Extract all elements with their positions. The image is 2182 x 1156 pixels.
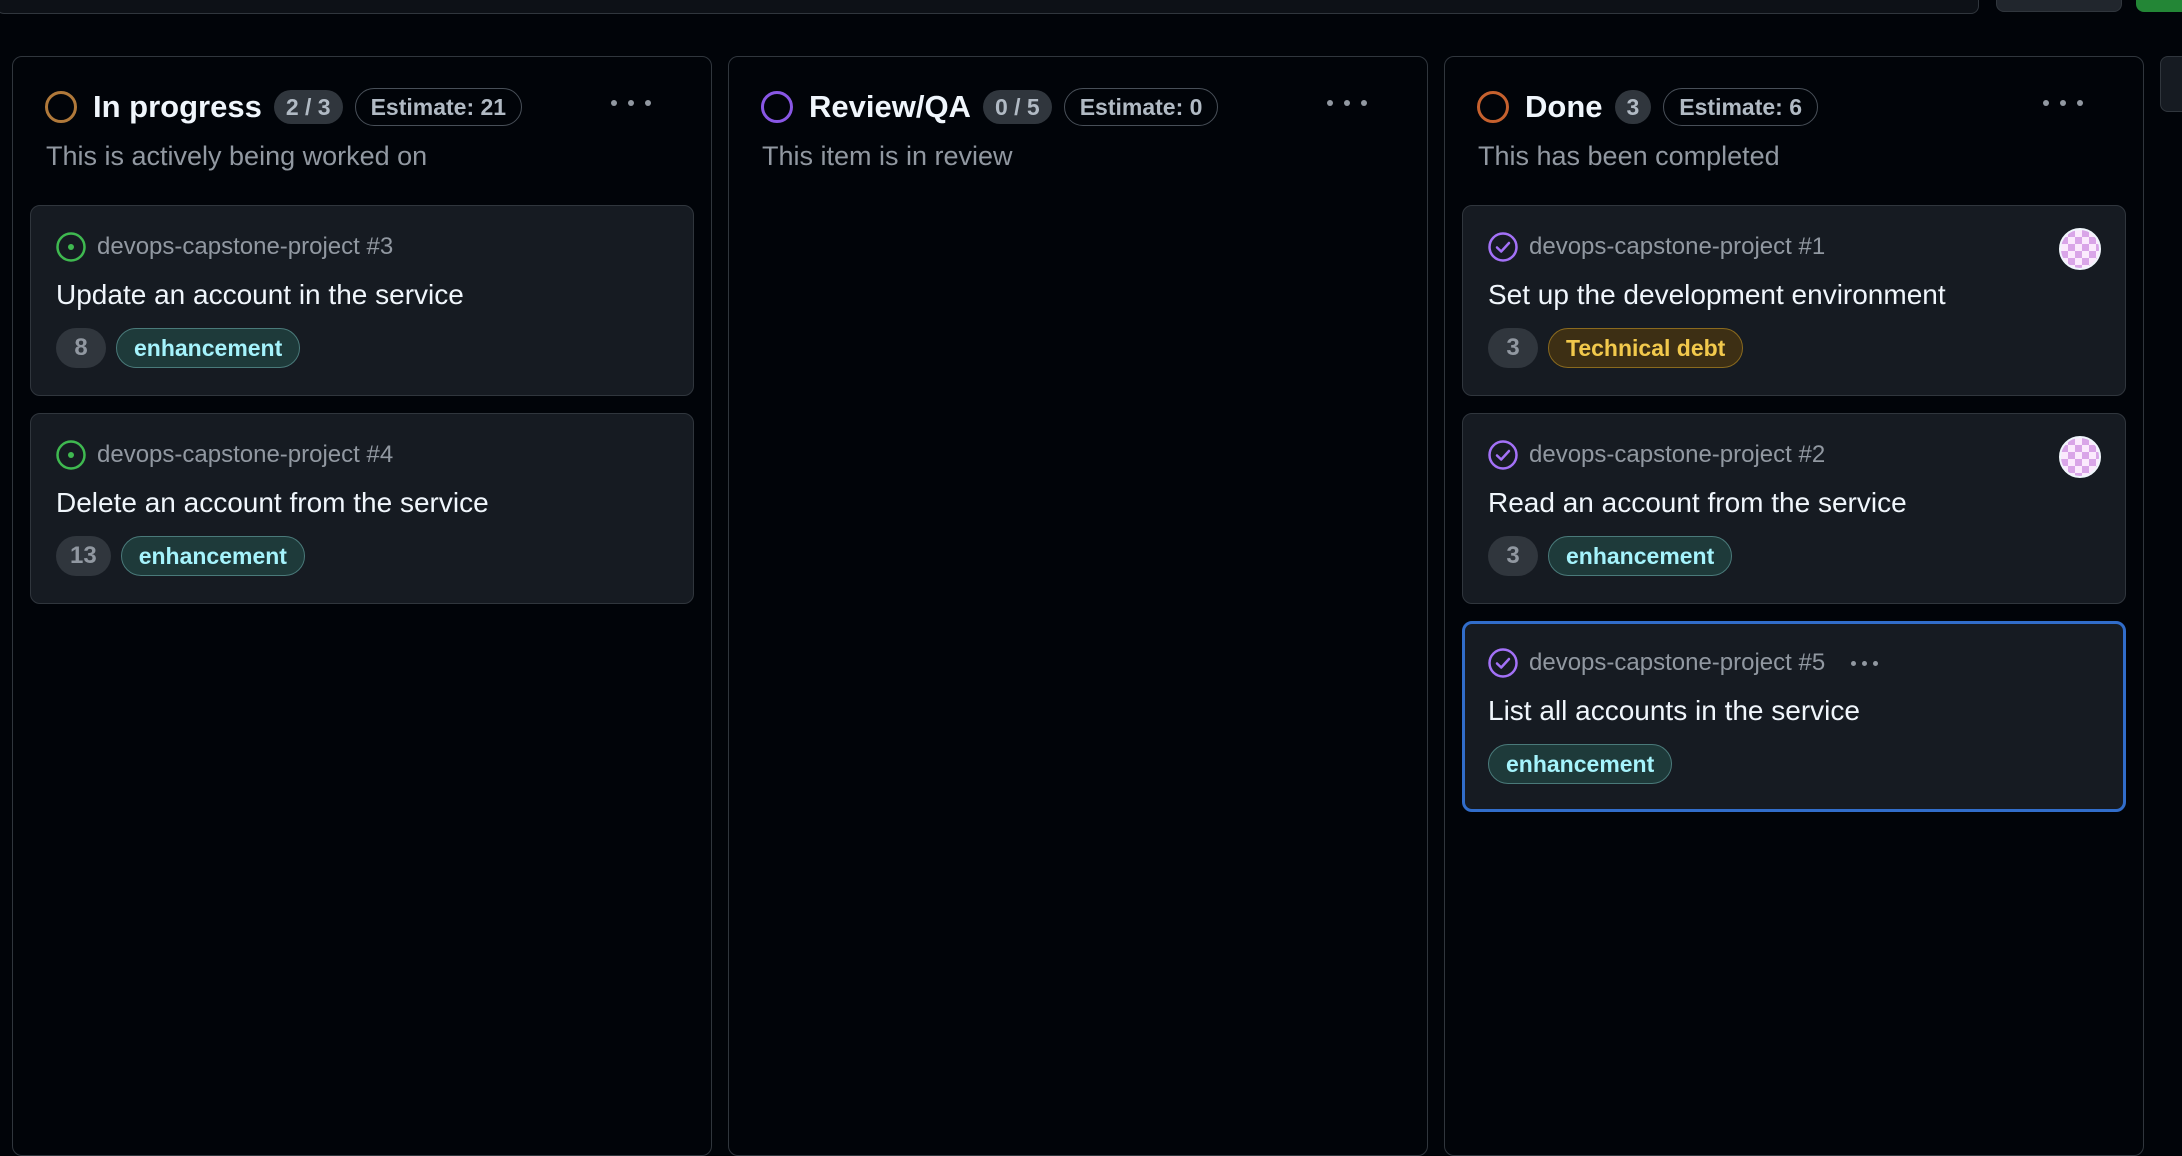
issue-title[interactable]: Set up the development environment	[1488, 279, 1946, 311]
card-reference: devops-capstone-project #3	[55, 230, 393, 264]
column-description: This has been completed	[1478, 141, 1780, 171]
status-circle-icon	[761, 91, 793, 123]
label-tag[interactable]: Technical debt	[1548, 328, 1744, 368]
column-title: Review/QA	[809, 89, 971, 124]
estimate-badge: Estimate: 6	[1663, 88, 1819, 126]
view-options-button[interactable]	[1996, 0, 2122, 12]
issue-title[interactable]: Delete an account from the service	[56, 487, 489, 519]
issue-reference-link[interactable]: devops-capstone-project #3	[97, 233, 393, 261]
card-fields: 3 enhancement	[1488, 536, 1733, 576]
estimate-badge: Estimate: 21	[354, 88, 523, 126]
item-count-badge: 2 / 3	[273, 90, 343, 124]
column-in-progress: In progress 2 / 3 Estimate: 21 This is a…	[12, 56, 712, 1156]
issue-card[interactable]: devops-capstone-project #2 Read an accou…	[1462, 413, 2126, 604]
issue-title[interactable]: List all accounts in the service	[1488, 695, 1860, 727]
card-reference: devops-capstone-project #5	[1487, 646, 1879, 680]
label-tag[interactable]: enhancement	[120, 536, 305, 576]
label-tag[interactable]: enhancement	[1488, 744, 1673, 784]
top-toolbar	[0, 0, 2182, 16]
column-menu-button[interactable]	[1327, 93, 1367, 113]
status-circle-icon	[45, 91, 77, 123]
label-tag[interactable]: enhancement	[116, 328, 301, 368]
issue-reference-link[interactable]: devops-capstone-project #4	[97, 441, 393, 469]
card-fields: enhancement	[1488, 744, 1673, 784]
column-header: Done 3 Estimate: 6	[1477, 87, 1819, 127]
closed-issue-icon	[1488, 440, 1518, 470]
issue-reference-link[interactable]: devops-capstone-project #5	[1529, 649, 1825, 677]
column-title: In progress	[93, 89, 262, 124]
status-circle-icon	[1477, 91, 1509, 123]
issue-card[interactable]: devops-capstone-project #1 Set up the de…	[1462, 205, 2126, 396]
column-menu-button[interactable]	[611, 93, 651, 113]
column-menu-button[interactable]	[2043, 93, 2083, 113]
card-fields: 8 enhancement	[56, 328, 301, 368]
assignee-avatar[interactable]	[2059, 228, 2101, 270]
column-description: This item is in review	[762, 141, 1013, 171]
item-count-badge: 0 / 5	[982, 90, 1052, 124]
issue-title[interactable]: Read an account from the service	[1488, 487, 1907, 519]
column-header: In progress 2 / 3 Estimate: 21	[45, 87, 523, 127]
issue-card[interactable]: devops-capstone-project #3 Update an acc…	[30, 205, 694, 396]
label-tag[interactable]: enhancement	[1548, 536, 1733, 576]
column-header: Review/QA 0 / 5 Estimate: 0	[761, 87, 1219, 127]
item-count-badge: 3	[1614, 90, 1652, 124]
closed-issue-icon	[1488, 232, 1518, 262]
estimate-badge: Estimate: 0	[1063, 88, 1219, 126]
card-reference: devops-capstone-project #1	[1487, 230, 1825, 264]
issue-reference-link[interactable]: devops-capstone-project #1	[1529, 233, 1825, 261]
issue-card[interactable]: devops-capstone-project #4 Delete an acc…	[30, 413, 694, 604]
filter-input[interactable]	[0, 0, 1979, 14]
column-review-qa: Review/QA 0 / 5 Estimate: 0 This item is…	[728, 56, 1428, 1156]
issue-title[interactable]: Update an account in the service	[56, 279, 464, 311]
closed-issue-icon	[1488, 648, 1518, 678]
estimate-field: 3	[1488, 536, 1538, 576]
column-done: Done 3 Estimate: 6 This has been complet…	[1444, 56, 2144, 1156]
estimate-field: 3	[1488, 328, 1538, 368]
issue-reference-link[interactable]: devops-capstone-project #2	[1529, 441, 1825, 469]
issue-card-selected[interactable]: devops-capstone-project #5 List all acco…	[1462, 621, 2126, 812]
card-fields: 13 enhancement	[56, 536, 305, 576]
open-issue-icon	[56, 232, 86, 262]
estimate-field: 8	[56, 328, 106, 368]
column-description: This is actively being worked on	[46, 141, 428, 171]
assignee-avatar[interactable]	[2059, 436, 2101, 478]
card-fields: 3 Technical debt	[1488, 328, 1744, 368]
column-title: Done	[1525, 89, 1603, 124]
next-column-edge[interactable]	[2160, 56, 2182, 112]
open-issue-icon	[56, 440, 86, 470]
card-reference: devops-capstone-project #4	[55, 438, 393, 472]
card-reference: devops-capstone-project #2	[1487, 438, 1825, 472]
estimate-field: 13	[56, 536, 111, 576]
card-more-options-button[interactable]	[1851, 660, 1879, 666]
primary-action-button[interactable]	[2136, 0, 2182, 12]
